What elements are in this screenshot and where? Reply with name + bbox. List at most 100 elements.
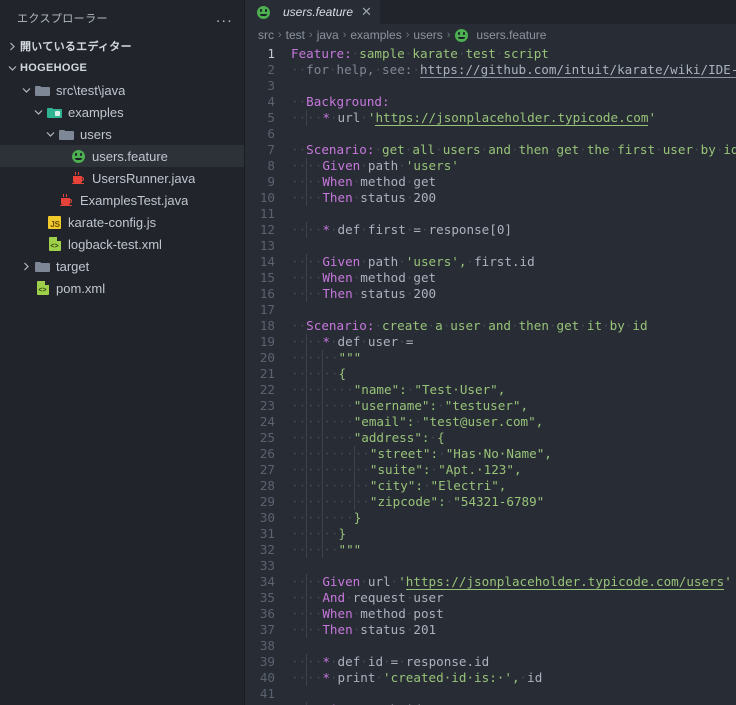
line-number: 26 <box>259 446 275 461</box>
tree-item-pom-xml[interactable]: <> pom.xml <box>0 277 244 299</box>
code-token: path <box>367 158 399 173</box>
code-line[interactable]: 7 ··Scenario:·get·all·users·and·then·get·… <box>245 142 736 158</box>
code-token: { <box>338 366 347 381</box>
code-line[interactable]: 20 ······""" <box>245 350 736 366</box>
line-number: 2 <box>267 62 275 77</box>
code-line[interactable]: 30 ········} <box>245 510 736 526</box>
tree-arrow-placeholder <box>30 214 46 230</box>
tree-item-usersrunner-java[interactable]: UsersRunner.java <box>0 167 244 189</box>
code-line[interactable]: 3 <box>245 78 736 94</box>
code-token: * <box>322 110 330 125</box>
code-token: · <box>427 318 436 333</box>
code-line[interactable]: 5 ····*·url·'https://jsonplaceholder.typi… <box>245 110 736 126</box>
code-line[interactable]: 29 ··········"zipcode":·"54321-6789" <box>245 494 736 510</box>
code-line[interactable]: 37 ····Then·status·201 <box>245 622 736 638</box>
code-line[interactable]: 8 ····Given·path·'users' <box>245 158 736 174</box>
code-token: = <box>413 222 421 237</box>
code-token: · <box>579 142 587 157</box>
code-token: Then <box>322 286 353 301</box>
code-token: · <box>329 110 338 125</box>
line-number: 11 <box>259 206 275 221</box>
tree-item-logback-test-xml[interactable]: <> logback-test.xml <box>0 233 244 255</box>
code-line[interactable]: 32 ······""" <box>245 542 736 558</box>
code-text: ········} <box>283 510 361 526</box>
code-token: get <box>413 174 437 189</box>
breadcrumb-item-users[interactable]: users <box>413 28 442 42</box>
code-line[interactable]: 19 ····*·def·user·= <box>245 334 736 350</box>
breadcrumb-item-test[interactable]: test <box>286 28 305 42</box>
code-line[interactable]: 14 ····Given·path·'users',·first.id <box>245 254 736 270</box>
code-line[interactable]: 25 ········"address":·{ <box>245 430 736 446</box>
code-line[interactable]: 31 ······} <box>245 526 736 542</box>
folder-icon <box>34 82 51 98</box>
breadcrumb-item-examples[interactable]: examples <box>350 28 401 42</box>
code-line[interactable]: 10 ····Then·status·200 <box>245 190 736 206</box>
tree-item-label: karate-config.js <box>68 214 157 230</box>
code-line[interactable]: 33 <box>245 558 736 574</box>
breadcrumb-item-src[interactable]: src <box>258 28 274 42</box>
code-token: · <box>412 62 420 77</box>
workspace-root-section[interactable]: HOGEHOGE <box>0 57 244 79</box>
code-text: ····*·print·'created·id·is:·',·id <box>283 670 542 686</box>
tree-item-examplestest-java[interactable]: ExamplesTest.java <box>0 189 244 211</box>
code-line[interactable]: 12 ····*·def·first·=·response[0] <box>245 222 736 238</box>
code-line[interactable]: 15 ····When·method·get <box>245 270 736 286</box>
code-line[interactable]: 38 <box>245 638 736 654</box>
code-line[interactable]: 26 ··········"street":·"Has·No·Name", <box>245 446 736 462</box>
open-editors-section[interactable]: 開いているエディター <box>0 35 244 57</box>
code-line[interactable]: 35 ····And·request·user <box>245 590 736 606</box>
code-editor[interactable]: 1 Feature:·sample·karate·test·script 2 ··fo… <box>245 46 736 705</box>
tree-item-src-test-java[interactable]: src\test\java <box>0 79 244 101</box>
code-line[interactable]: 40 ····*·print·'created·id·is:·',·id <box>245 670 736 686</box>
tab-users-feature[interactable]: users.feature ✕ <box>245 0 380 24</box>
code-line[interactable]: 22 ········"name":·"Test·User", <box>245 382 736 398</box>
cucumber-icon <box>255 4 272 20</box>
code-token: · <box>398 654 406 669</box>
code-line[interactable]: 34 ····Given·url·'https://jsonplaceholder… <box>245 574 736 590</box>
code-line[interactable]: 13 <box>245 238 736 254</box>
code-token: sample <box>359 46 405 61</box>
code-line[interactable]: 36 ····When·method·post <box>245 606 736 622</box>
code-token: "email": <box>353 414 415 429</box>
code-token: ·· <box>323 542 339 557</box>
tree-item-target[interactable]: target <box>0 255 244 277</box>
code-token: * <box>322 222 330 237</box>
code-token: https://jsonplaceholder.typicode.com <box>375 110 649 126</box>
code-token: """ <box>338 350 362 365</box>
code-line[interactable]: 24 ········"email":·"test@user.com", <box>245 414 736 430</box>
code-line[interactable]: 4 ··Background: <box>245 94 736 110</box>
code-line[interactable]: 2 ··for·help,·see:·https://github.com/int… <box>245 62 736 78</box>
tree-item-users[interactable]: users <box>0 123 244 145</box>
code-line[interactable]: 28 ··········"city":·"Electri", <box>245 478 736 494</box>
more-actions-icon[interactable]: ... <box>216 10 238 25</box>
code-line[interactable]: 39 ····*·def·id·=·response.id <box>245 654 736 670</box>
code-line[interactable]: 6 <box>245 126 736 142</box>
code-token: ·· <box>291 574 307 589</box>
code-line[interactable]: 23 ········"username":·"testuser", <box>245 398 736 414</box>
code-line[interactable]: 17 <box>245 302 736 318</box>
code-line[interactable]: 27 ··········"suite":·"Apt.·123", <box>245 462 736 478</box>
code-token: ·· <box>291 414 307 429</box>
code-line[interactable]: 1 Feature:·sample·karate·test·script <box>245 46 736 62</box>
code-line[interactable]: 11 <box>245 206 736 222</box>
code-line[interactable]: 41 <box>245 686 736 702</box>
breadcrumb-item-java[interactable]: java <box>317 28 339 42</box>
folder-icon <box>34 258 51 274</box>
code-line[interactable]: 21 ······{ <box>245 366 736 382</box>
code-token: first.id <box>474 254 535 269</box>
code-token: ·· <box>307 270 323 285</box>
line-number: 38 <box>259 638 275 653</box>
tree-item-users-feature[interactable]: users.feature <box>0 145 244 167</box>
close-icon[interactable]: ✕ <box>361 5 372 18</box>
code-line[interactable]: 16 ····Then·status·200 <box>245 286 736 302</box>
breadcrumb-item-users-feature[interactable]: users.feature <box>454 27 546 43</box>
code-line[interactable]: 18 ··Scenario:·create·a·user·and·then·get… <box>245 318 736 334</box>
code-token: ·· <box>307 430 323 445</box>
code-token: "Electri", <box>430 478 507 493</box>
code-line[interactable]: 9 ····When·method·get <box>245 174 736 190</box>
code-token: · <box>398 158 406 173</box>
xml-icon: <> <box>34 280 51 296</box>
tree-item-karate-config-js[interactable]: JS karate-config.js <box>0 211 244 233</box>
tree-item-examples[interactable]: examples <box>0 101 244 123</box>
